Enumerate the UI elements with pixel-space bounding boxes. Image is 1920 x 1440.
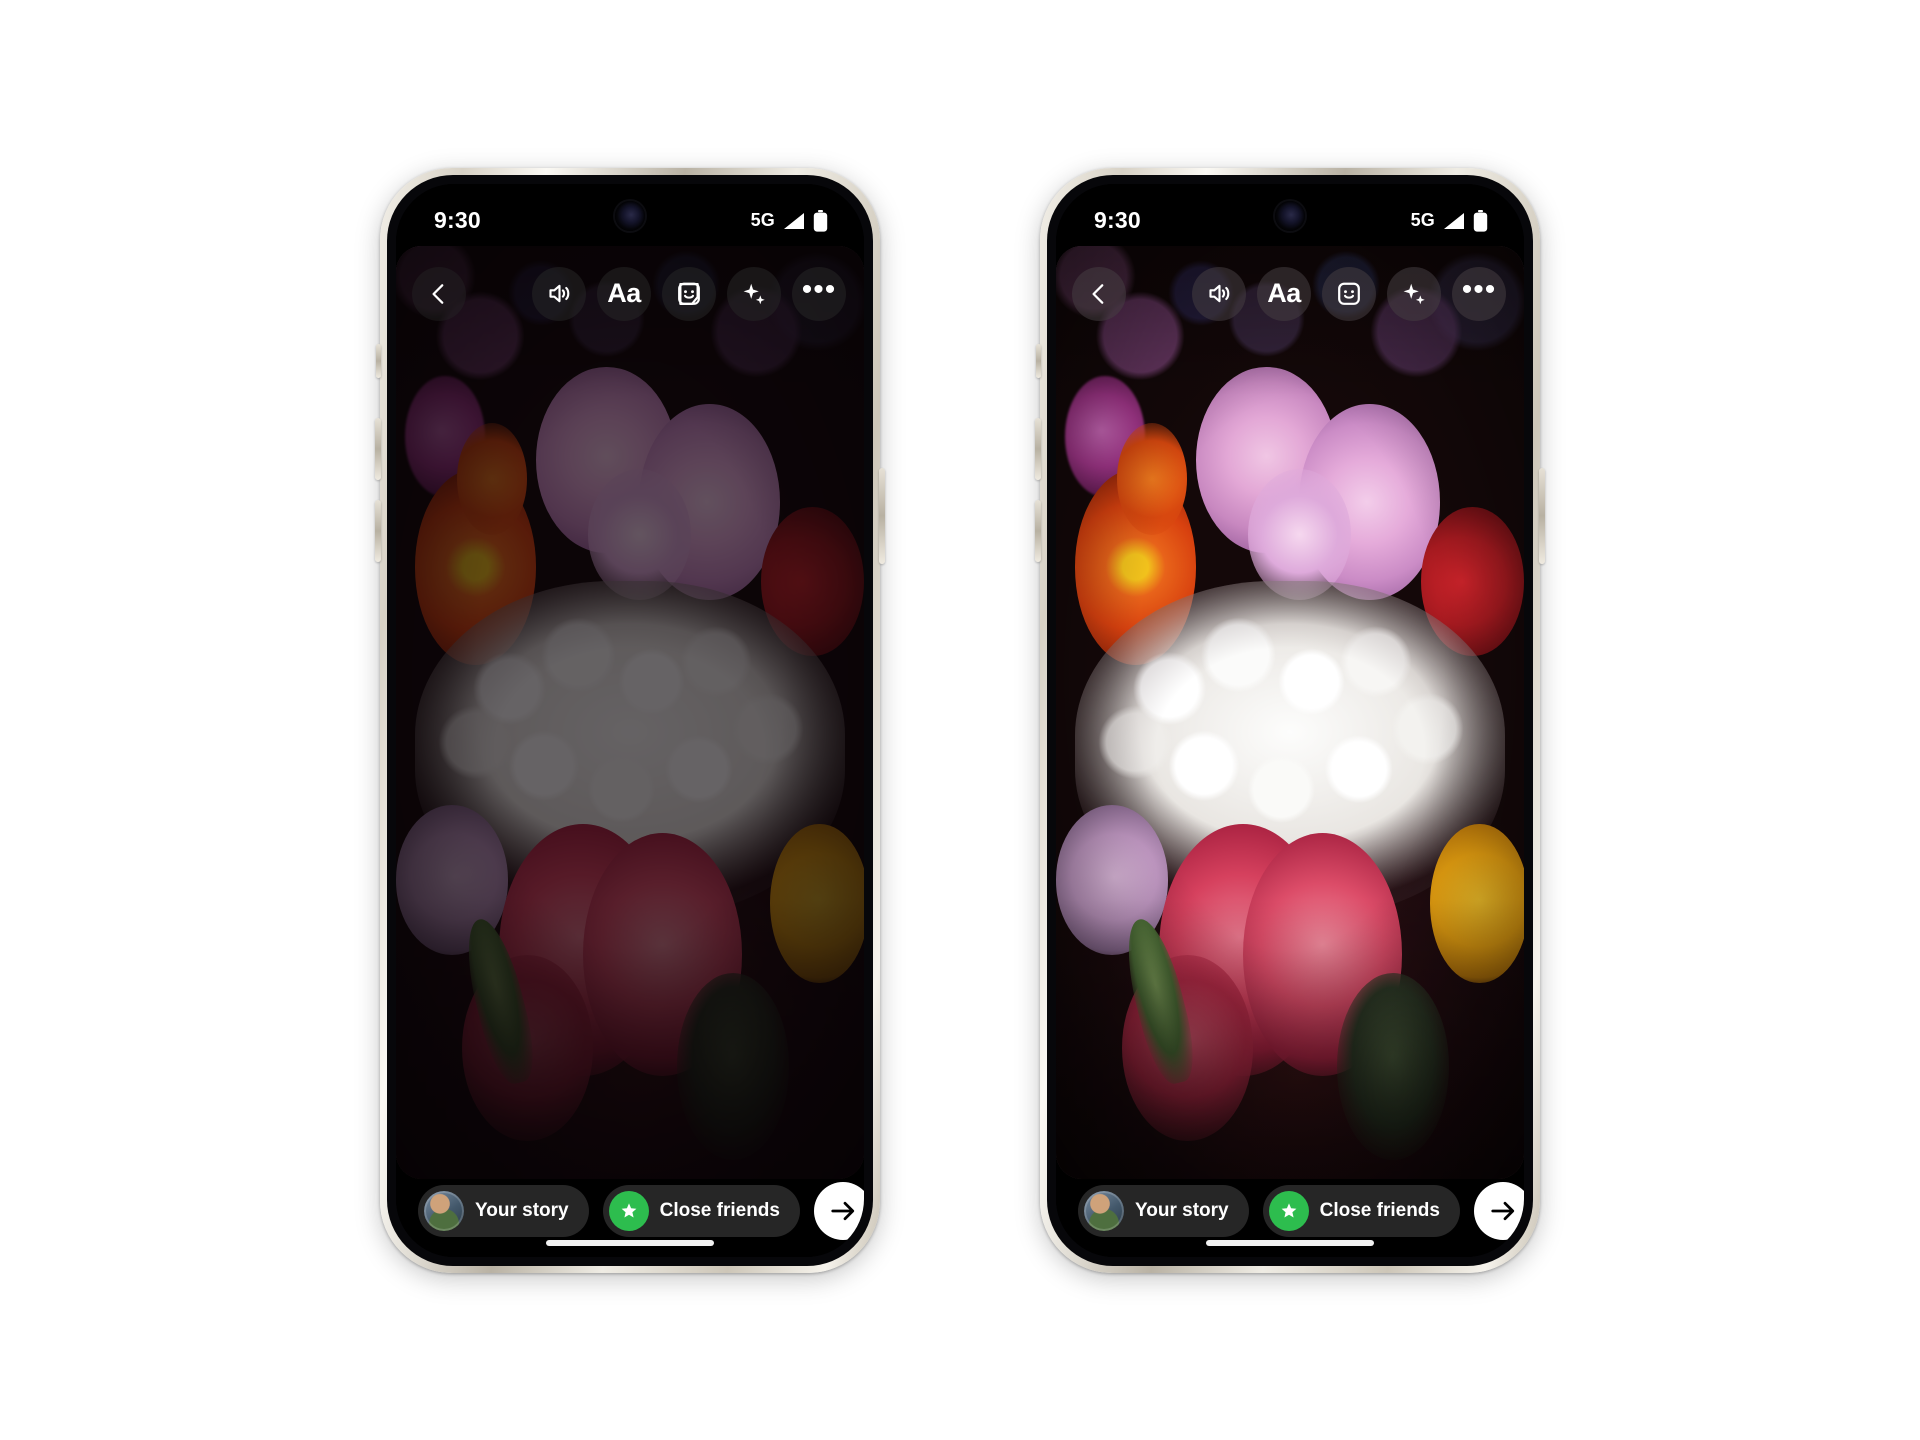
- volume-up-button[interactable]: [1035, 417, 1041, 480]
- story-editor-toolbar: Aa •••: [1056, 246, 1524, 342]
- volume-up-button[interactable]: [375, 417, 381, 480]
- text-aa-icon: Aa: [1267, 278, 1301, 308]
- send-button[interactable]: [1473, 1181, 1524, 1240]
- sticker-button[interactable]: [1322, 266, 1376, 321]
- status-bar: 9:30 5G: [1056, 183, 1524, 246]
- volume-on-icon: [1208, 284, 1229, 303]
- more-options-button[interactable]: •••: [792, 266, 846, 321]
- sound-button[interactable]: [1192, 266, 1246, 321]
- close-friends-star-icon: [1268, 1190, 1309, 1231]
- your-story-button[interactable]: Your story: [1078, 1184, 1249, 1237]
- back-button[interactable]: [412, 266, 466, 321]
- text-button[interactable]: Aa: [1257, 266, 1311, 321]
- phone-mockup-right: 9:30 5G Aa ••• Your story Close friends: [1035, 167, 1545, 1273]
- phone-screen-left: 9:30 5G Aa ••• Your story Close friends: [396, 183, 864, 1257]
- story-canvas[interactable]: Aa •••: [396, 245, 864, 1179]
- phone-bezel-left: 9:30 5G Aa ••• Your story Close friends: [387, 174, 873, 1266]
- status-time: 9:30: [1094, 207, 1141, 233]
- sparkle-effects-icon: [743, 283, 765, 304]
- send-button[interactable]: [813, 1181, 864, 1240]
- battery-full-icon: [1473, 209, 1488, 232]
- signal-bars-icon: [784, 212, 804, 229]
- dim-overlay: [396, 245, 864, 1179]
- sparkle-effects-icon: [1403, 283, 1425, 304]
- sticker-smiley-icon: [1338, 282, 1360, 305]
- close-friends-button[interactable]: Close friends: [1262, 1184, 1460, 1237]
- volume-down-button[interactable]: [1035, 499, 1041, 562]
- your-story-label: Your story: [475, 1199, 569, 1221]
- battery-full-icon: [813, 209, 828, 232]
- silence-switch[interactable]: [376, 343, 381, 378]
- chevron-left-icon: [432, 283, 444, 304]
- more-options-button[interactable]: •••: [1452, 266, 1506, 321]
- story-photo-bouquet: [1056, 245, 1524, 1179]
- close-friends-label: Close friends: [659, 1199, 780, 1221]
- close-friends-label: Close friends: [1319, 1199, 1440, 1221]
- effects-button[interactable]: [727, 266, 781, 321]
- effects-button[interactable]: [1387, 266, 1441, 321]
- volume-on-icon: [548, 284, 569, 303]
- story-canvas[interactable]: Aa •••: [1056, 245, 1524, 1179]
- close-friends-star-icon: [608, 1190, 649, 1231]
- power-button[interactable]: [1539, 467, 1545, 564]
- text-aa-icon: Aa: [607, 278, 641, 308]
- arrow-right-icon: [831, 1201, 855, 1220]
- sticker-smiley-icon: [678, 282, 700, 305]
- avatar-icon: [424, 1190, 464, 1231]
- text-button[interactable]: Aa: [597, 266, 651, 321]
- phone-screen-right: 9:30 5G Aa ••• Your story Close friends: [1056, 183, 1524, 1257]
- power-button[interactable]: [879, 467, 885, 564]
- arrow-right-icon: [1491, 1201, 1515, 1220]
- sticker-button[interactable]: [662, 266, 716, 321]
- more-horizontal-icon: •••: [1461, 273, 1497, 306]
- home-indicator[interactable]: [546, 1239, 714, 1246]
- close-friends-button[interactable]: Close friends: [602, 1184, 800, 1237]
- chevron-left-icon: [1092, 283, 1104, 304]
- status-bar: 9:30 5G: [396, 183, 864, 246]
- your-story-label: Your story: [1135, 1199, 1229, 1221]
- phone-bezel-right: 9:30 5G Aa ••• Your story Close friends: [1047, 174, 1533, 1266]
- status-indicators: 5G: [1410, 209, 1488, 232]
- front-camera-icon: [615, 200, 645, 231]
- silence-switch[interactable]: [1036, 343, 1041, 378]
- network-type-label: 5G: [750, 210, 775, 230]
- phone-mockup-left: 9:30 5G Aa ••• Your story Close friends: [375, 167, 885, 1273]
- story-editor-toolbar: Aa •••: [396, 246, 864, 342]
- back-button[interactable]: [1072, 266, 1126, 321]
- screenshot-stage: 9:30 5G Aa ••• Your story Close friends …: [0, 0, 1920, 1440]
- sound-button[interactable]: [532, 266, 586, 321]
- front-camera-icon: [1275, 200, 1305, 231]
- network-type-label: 5G: [1410, 210, 1435, 230]
- story-photo-bouquet: [396, 245, 864, 1179]
- your-story-button[interactable]: Your story: [418, 1184, 589, 1237]
- more-horizontal-icon: •••: [801, 273, 837, 306]
- signal-bars-icon: [1444, 212, 1464, 229]
- avatar-icon: [1084, 1190, 1124, 1231]
- status-time: 9:30: [434, 207, 481, 233]
- status-indicators: 5G: [750, 209, 828, 232]
- volume-down-button[interactable]: [375, 499, 381, 562]
- home-indicator[interactable]: [1206, 1239, 1374, 1246]
